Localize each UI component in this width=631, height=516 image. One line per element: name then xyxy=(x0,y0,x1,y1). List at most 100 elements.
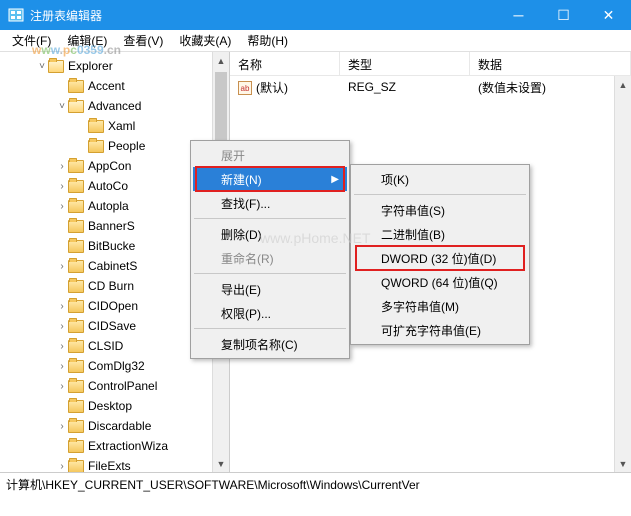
col-header-data[interactable]: 数据 xyxy=(470,52,631,75)
folder-icon xyxy=(68,160,84,173)
tree-item-label: BannerS xyxy=(88,219,135,233)
menu-item[interactable]: 二进制值(B) xyxy=(353,222,527,246)
menu-item[interactable]: 收藏夹(A) xyxy=(171,30,239,51)
tree-item[interactable]: Desktop xyxy=(0,396,229,416)
menu-item[interactable]: 帮助(H) xyxy=(239,30,296,51)
folder-icon xyxy=(68,360,84,373)
menu-item[interactable]: 编辑(E) xyxy=(59,30,115,51)
highlight-box xyxy=(195,166,345,192)
tree-item-label: Accent xyxy=(88,79,125,93)
menu-separator xyxy=(194,218,346,219)
tree-item[interactable]: ˅ Explorer xyxy=(0,56,229,76)
minimize-button[interactable]: ─ xyxy=(496,0,541,30)
menu-item[interactable]: 导出(E) xyxy=(193,277,347,301)
value-name: (默认) xyxy=(256,81,288,95)
menu-item[interactable]: 文件(F) xyxy=(4,30,59,51)
chevron-right-icon[interactable]: › xyxy=(56,181,68,192)
menu-item[interactable]: 查看(V) xyxy=(115,30,171,51)
tree-item[interactable]: Xaml xyxy=(0,116,229,136)
window-title: 注册表编辑器 xyxy=(30,7,496,24)
menu-item-label: 复制项名称(C) xyxy=(221,336,298,353)
chevron-right-icon[interactable]: › xyxy=(56,381,68,392)
menu-item-label: 删除(D) xyxy=(221,226,262,243)
menu-item[interactable]: 可扩充字符串值(E) xyxy=(353,318,527,342)
tree-item[interactable]: Accent xyxy=(0,76,229,96)
close-button[interactable]: ✕ xyxy=(586,0,631,30)
tree-item-label: Discardable xyxy=(88,419,151,433)
menu-item-label: DWORD (32 位)值(D) xyxy=(381,250,496,267)
menu-item[interactable]: DWORD (32 位)值(D) xyxy=(353,246,527,270)
titlebar: 注册表编辑器 ─ ☐ ✕ xyxy=(0,0,631,30)
chevron-right-icon[interactable]: › xyxy=(56,461,68,472)
menu-item-label: 可扩充字符串值(E) xyxy=(381,322,481,339)
chevron-right-icon[interactable]: › xyxy=(56,301,68,312)
folder-icon xyxy=(88,140,104,153)
menu-item-label: 项(K) xyxy=(381,171,409,188)
folder-icon xyxy=(68,260,84,273)
menu-item-label: 查找(F)... xyxy=(221,195,270,212)
folder-icon xyxy=(68,200,84,213)
menu-item-label: 导出(E) xyxy=(221,281,261,298)
menu-item[interactable]: 复制项名称(C) xyxy=(193,332,347,356)
tree-item[interactable]: › Discardable xyxy=(0,416,229,436)
folder-icon xyxy=(68,380,84,393)
menu-item[interactable]: QWORD (64 位)值(Q) xyxy=(353,270,527,294)
tree-item[interactable]: ExtractionWiza xyxy=(0,436,229,456)
menu-item-label: 重命名(R) xyxy=(221,250,274,267)
menu-item[interactable]: 多字符串值(M) xyxy=(353,294,527,318)
scroll-up-button[interactable]: ▲ xyxy=(213,52,229,69)
scroll-down-button[interactable]: ▼ xyxy=(213,455,229,472)
folder-icon xyxy=(48,60,64,73)
chevron-right-icon[interactable]: › xyxy=(56,321,68,332)
folder-icon xyxy=(68,440,84,453)
tree-item-label: AutoCo xyxy=(88,179,128,193)
tree-item[interactable]: ˅Advanced xyxy=(0,96,229,116)
col-header-name[interactable]: 名称 xyxy=(230,52,340,75)
tree-item-label: CLSID xyxy=(88,339,123,353)
menu-item[interactable]: 查找(F)... xyxy=(193,191,347,215)
chevron-down-icon[interactable]: ˅ xyxy=(56,101,68,112)
folder-icon xyxy=(68,400,84,413)
tree-item-label: People xyxy=(108,139,145,153)
menu-item[interactable]: 项(K) xyxy=(353,167,527,191)
menu-item[interactable]: 权限(P)... xyxy=(193,301,347,325)
chevron-right-icon[interactable]: › xyxy=(56,341,68,352)
menu-separator xyxy=(194,328,346,329)
chevron-right-icon[interactable]: › xyxy=(56,261,68,272)
menu-item: 展开 xyxy=(193,143,347,167)
chevron-right-icon[interactable]: › xyxy=(56,361,68,372)
tree-item[interactable]: › ControlPanel xyxy=(0,376,229,396)
chevron-down-icon[interactable]: ˅ xyxy=(36,61,48,72)
context-menu-main: 展开新建(N)▶ 查找(F)... 删除(D) 重命名(R) 导出(E) 权限(P)...… xyxy=(190,140,350,359)
statusbar: 计算机\HKEY_CURRENT_USER\SOFTWARE\Microsoft… xyxy=(0,472,631,494)
menu-item-label: 多字符串值(M) xyxy=(381,298,459,315)
scroll-down-button[interactable]: ▼ xyxy=(615,455,631,472)
scroll-up-button[interactable]: ▲ xyxy=(615,76,631,93)
list-scrollbar[interactable]: ▲ ▼ xyxy=(614,76,631,472)
list-row[interactable]: ab(默认)REG_SZ(数值未设置) xyxy=(230,76,631,98)
tree-item-label: ControlPanel xyxy=(88,379,157,393)
tree-item[interactable]: ›ComDlg32 xyxy=(0,356,229,376)
tree-item[interactable]: ›FileExts xyxy=(0,456,229,472)
maximize-button[interactable]: ☐ xyxy=(541,0,586,30)
chevron-right-icon[interactable]: › xyxy=(56,161,68,172)
menu-separator xyxy=(354,194,526,195)
tree-item-label: CabinetS xyxy=(88,259,137,273)
folder-icon xyxy=(68,220,84,233)
menu-separator xyxy=(194,273,346,274)
menu-item-label: 展开 xyxy=(221,147,245,164)
folder-icon xyxy=(68,320,84,333)
folder-icon xyxy=(88,120,104,133)
tree-item-label: AppCon xyxy=(88,159,131,173)
menu-item-label: 字符串值(S) xyxy=(381,202,445,219)
chevron-right-icon[interactable]: › xyxy=(56,201,68,212)
chevron-right-icon[interactable]: › xyxy=(56,421,68,432)
tree-item-label: Explorer xyxy=(68,59,113,73)
col-header-type[interactable]: 类型 xyxy=(340,52,470,75)
menu-item[interactable]: 字符串值(S) xyxy=(353,198,527,222)
value-data: (数值未设置) xyxy=(470,77,631,98)
context-menu-new: 项(K) 字符串值(S) 二进制值(B) DWORD (32 位)值(D) QWORD … xyxy=(350,164,530,345)
menu-item[interactable]: 新建(N)▶ xyxy=(193,167,347,191)
app-icon xyxy=(8,7,24,23)
menu-item[interactable]: 删除(D) xyxy=(193,222,347,246)
